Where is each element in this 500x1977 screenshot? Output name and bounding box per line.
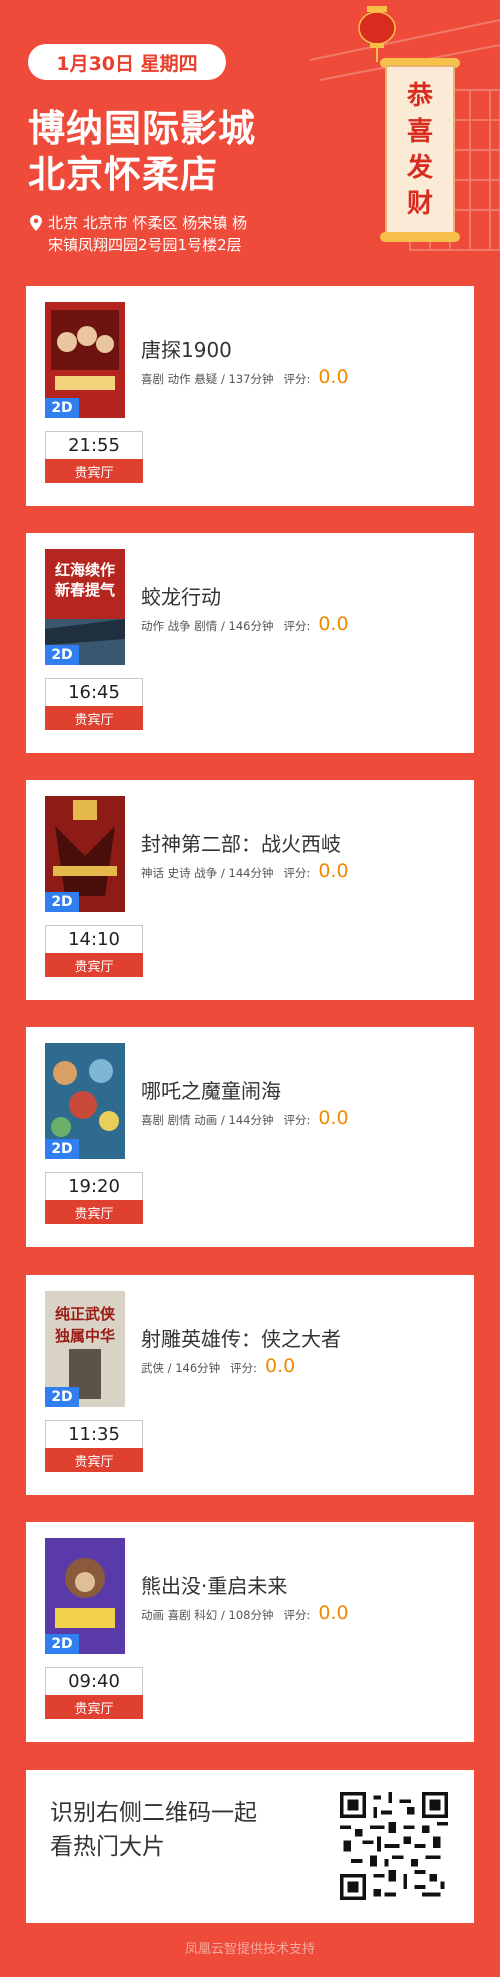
address-line1: 北京 北京市 怀柔区 杨宋镇 杨	[48, 214, 248, 232]
svg-text:喜: 喜	[407, 117, 433, 147]
format-badge: 2D	[45, 1387, 79, 1407]
movie-card[interactable]: 2D 19:20 贵宾厅 哪吒之魔童闹海 喜剧 剧情 动画 / 144分钟 评分…	[26, 1027, 474, 1247]
score-label: 评分:	[283, 372, 311, 386]
movie-score: 0.0	[265, 1355, 296, 1377]
qr-caption-line2: 看热门大片	[50, 1834, 165, 1860]
movie-meta: 动作 战争 剧情 / 146分钟 评分: 0.0	[141, 613, 349, 635]
format-badge: 2D	[45, 1139, 79, 1159]
movie-genres: 动作 战争 剧情	[141, 619, 218, 633]
qr-card: 识别右侧二维码一起 看热门大片	[26, 1770, 474, 1923]
score-label: 评分:	[283, 1113, 311, 1127]
movie-meta: 神话 史诗 战争 / 144分钟 评分: 0.0	[141, 860, 349, 882]
movie-score: 0.0	[318, 860, 349, 882]
svg-text:恭: 恭	[406, 81, 434, 111]
movie-card[interactable]: 2D 09:40 贵宾厅 熊出没·重启未来 动画 喜剧 科幻 / 108分钟 评…	[26, 1522, 474, 1742]
location-pin-icon	[30, 212, 48, 256]
svg-text:红海续作: 红海续作	[55, 561, 115, 579]
hall-label: 贵宾厅	[45, 1695, 143, 1719]
score-label: 评分:	[283, 866, 311, 880]
cinema-name: 博纳国际影城 北京怀柔店	[28, 106, 256, 198]
movie-duration: 144分钟	[228, 1113, 274, 1127]
movie-duration: 146分钟	[175, 1361, 221, 1375]
hall-label: 贵宾厅	[45, 953, 143, 977]
movie-title[interactable]: 熊出没·重启未来	[141, 1570, 287, 1599]
svg-text:纯正武侠: 纯正武侠	[55, 1305, 116, 1323]
festive-decoration: 恭 喜 发 财	[300, 0, 500, 270]
qr-caption: 识别右侧二维码一起 看热门大片	[50, 1796, 300, 1864]
hall-label: 贵宾厅	[45, 1200, 143, 1224]
scroll-icon: 恭 喜 发 财	[380, 58, 460, 242]
movie-poster[interactable]: 红海续作 新春提气 2D	[45, 549, 125, 665]
movie-genres: 神话 史诗 战争	[141, 866, 218, 880]
movie-meta: 喜剧 剧情 动画 / 144分钟 评分: 0.0	[141, 1107, 349, 1129]
svg-text:独属中华: 独属中华	[55, 1327, 115, 1345]
showtime[interactable]: 21:55	[45, 431, 143, 459]
movie-poster[interactable]: 2D	[45, 1538, 125, 1654]
movie-genres: 喜剧 剧情 动画	[141, 1113, 218, 1127]
movie-score: 0.0	[318, 1107, 349, 1129]
qr-caption-line1: 识别右侧二维码一起	[50, 1800, 257, 1826]
cinema-name-line1: 博纳国际影城	[28, 107, 256, 150]
movie-card[interactable]: 纯正武侠 独属中华 2D 11:35 贵宾厅 射雕英雄传：侠之大者 武侠 / 1…	[26, 1275, 474, 1495]
score-label: 评分:	[283, 1608, 311, 1622]
movie-meta: 动画 喜剧 科幻 / 108分钟 评分: 0.0	[141, 1602, 349, 1624]
lantern-icon	[358, 6, 396, 62]
cinema-address: 北京 北京市 怀柔区 杨宋镇 杨 宋镇凤翔四园2号园1号楼2层	[30, 212, 280, 256]
cinema-name-line2: 北京怀柔店	[28, 153, 218, 196]
movie-score: 0.0	[318, 366, 349, 388]
movie-title[interactable]: 射雕英雄传：侠之大者	[141, 1323, 341, 1352]
address-line2: 宋镇凤翔四园2号园1号楼2层	[48, 236, 242, 254]
movie-duration: 144分钟	[228, 866, 274, 880]
movie-genres: 动画 喜剧 科幻	[141, 1608, 218, 1622]
showtime[interactable]: 16:45	[45, 678, 143, 706]
score-label: 评分:	[283, 619, 311, 633]
movie-title[interactable]: 哪吒之魔童闹海	[141, 1075, 281, 1104]
showtime[interactable]: 14:10	[45, 925, 143, 953]
format-badge: 2D	[45, 645, 79, 665]
movie-meta: 喜剧 动作 悬疑 / 137分钟 评分: 0.0	[141, 366, 349, 388]
score-label: 评分:	[230, 1361, 258, 1375]
format-badge: 2D	[45, 398, 79, 418]
movie-poster[interactable]: 2D	[45, 796, 125, 912]
movie-duration: 137分钟	[228, 372, 274, 386]
movie-score: 0.0	[318, 613, 349, 635]
movie-title[interactable]: 蛟龙行动	[141, 581, 221, 610]
movie-score: 0.0	[318, 1602, 349, 1624]
format-badge: 2D	[45, 1634, 79, 1654]
movie-card[interactable]: 红海续作 新春提气 2D 16:45 贵宾厅 蛟龙行动 动作 战争 剧情 / 1…	[26, 533, 474, 753]
movie-card[interactable]: 2D 14:10 贵宾厅 封神第二部：战火西岐 神话 史诗 战争 / 144分钟…	[26, 780, 474, 1000]
movie-poster[interactable]: 2D	[45, 302, 125, 418]
date-pill: 1月30日 星期四	[28, 44, 226, 80]
movie-poster[interactable]: 纯正武侠 独属中华 2D	[45, 1291, 125, 1407]
movie-title[interactable]: 封神第二部：战火西岐	[141, 828, 341, 857]
svg-text:新春提气: 新春提气	[55, 581, 115, 599]
footer-credit: 凤凰云智提供技术支持	[184, 1942, 315, 1957]
hall-label: 贵宾厅	[45, 459, 143, 483]
movie-title[interactable]: 唐探1900	[141, 334, 232, 363]
movie-card[interactable]: 2D 21:55 贵宾厅 唐探1900 喜剧 动作 悬疑 / 137分钟 评分:…	[26, 286, 474, 506]
svg-text:发: 发	[406, 152, 433, 183]
movie-genres: 武侠	[141, 1361, 164, 1375]
qr-code-icon[interactable]	[340, 1792, 448, 1900]
showtime[interactable]: 11:35	[45, 1420, 143, 1448]
movie-genres: 喜剧 动作 悬疑	[141, 372, 218, 386]
hall-label: 贵宾厅	[45, 706, 143, 730]
svg-text:财: 财	[407, 189, 433, 219]
movie-duration: 146分钟	[228, 619, 274, 633]
movie-duration: 108分钟	[228, 1608, 274, 1622]
format-badge: 2D	[45, 892, 79, 912]
movie-meta: 武侠 / 146分钟 评分: 0.0	[141, 1355, 296, 1377]
hall-label: 贵宾厅	[45, 1448, 143, 1472]
movie-poster[interactable]: 2D	[45, 1043, 125, 1159]
showtime[interactable]: 09:40	[45, 1667, 143, 1695]
showtime[interactable]: 19:20	[45, 1172, 143, 1200]
